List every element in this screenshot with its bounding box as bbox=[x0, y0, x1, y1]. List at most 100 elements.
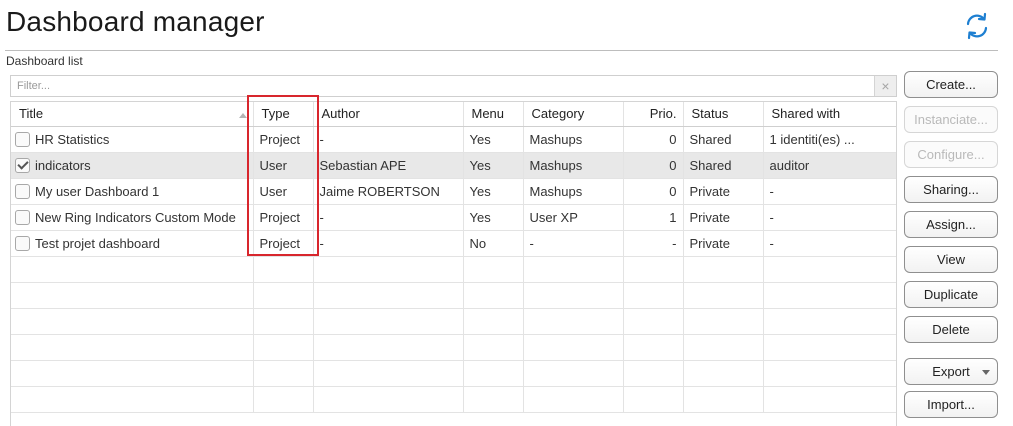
cell-title: My user Dashboard 1 bbox=[11, 178, 254, 205]
cell-type: Project bbox=[253, 126, 314, 153]
empty-cell bbox=[313, 386, 464, 413]
import-button[interactable]: Import... bbox=[904, 391, 998, 418]
empty-cell bbox=[313, 334, 464, 361]
view-button[interactable]: View bbox=[904, 246, 998, 273]
empty-cell bbox=[623, 282, 684, 309]
cell-category: Mashups bbox=[523, 178, 624, 205]
cell-author: Sebastian APE bbox=[313, 152, 464, 179]
empty-cell bbox=[763, 256, 896, 283]
empty-row bbox=[11, 334, 896, 361]
configure-button[interactable]: Configure... bbox=[904, 141, 998, 168]
empty-cell bbox=[683, 334, 764, 361]
empty-row bbox=[11, 256, 896, 283]
row-checkbox[interactable] bbox=[15, 209, 30, 225]
cell-menu: Yes bbox=[463, 178, 524, 205]
empty-cell bbox=[463, 282, 524, 309]
empty-row bbox=[11, 386, 896, 413]
filter-box: × bbox=[10, 75, 897, 97]
sort-ascending-icon[interactable] bbox=[238, 113, 247, 119]
empty-cell bbox=[313, 282, 464, 309]
cell-shared-with: 1 identiti(es) ... bbox=[763, 126, 896, 153]
empty-cell bbox=[463, 256, 524, 283]
export-button[interactable]: Export bbox=[904, 358, 998, 385]
cell-prio: 1 bbox=[623, 204, 684, 231]
empty-cell bbox=[523, 282, 624, 309]
page-title: Dashboard manager bbox=[6, 6, 265, 37]
refresh-icon[interactable] bbox=[962, 11, 992, 41]
cell-status: Shared bbox=[683, 152, 764, 179]
column-header-status[interactable]: Status bbox=[683, 102, 764, 127]
empty-cell bbox=[313, 308, 464, 335]
column-header-category[interactable]: Category bbox=[523, 102, 624, 127]
duplicate-button[interactable]: Duplicate bbox=[904, 281, 998, 308]
cell-title: HR Statistics bbox=[11, 126, 254, 153]
cell-author: Jaime ROBERTSON bbox=[313, 178, 464, 205]
empty-cell bbox=[523, 334, 624, 361]
empty-cell bbox=[463, 334, 524, 361]
empty-cell bbox=[523, 360, 624, 387]
empty-cell bbox=[623, 256, 684, 283]
cell-category: - bbox=[523, 230, 624, 257]
row-checkbox[interactable] bbox=[15, 157, 30, 173]
empty-cell bbox=[623, 386, 684, 413]
empty-cell bbox=[313, 360, 464, 387]
column-header-prio[interactable]: Prio. bbox=[623, 102, 684, 127]
cell-author: - bbox=[313, 126, 464, 153]
column-header-shared-with[interactable]: Shared with bbox=[763, 102, 896, 127]
cell-title-text: HR Statistics bbox=[35, 131, 110, 147]
table-row[interactable]: New Ring Indicators Custom Mode Project - Y… bbox=[11, 204, 896, 231]
cell-title-text: indicators bbox=[35, 157, 91, 173]
empty-cell bbox=[11, 282, 254, 309]
sharing-button[interactable]: Sharing... bbox=[904, 176, 998, 203]
empty-cell bbox=[623, 308, 684, 335]
table-header-row: Title Type Author Menu Category Prio. St… bbox=[11, 102, 896, 127]
empty-cell bbox=[523, 308, 624, 335]
cell-status: Private bbox=[683, 230, 764, 257]
create-button[interactable]: Create... bbox=[904, 71, 998, 98]
assign-button[interactable]: Assign... bbox=[904, 211, 998, 238]
empty-cell bbox=[11, 308, 254, 335]
row-checkbox[interactable] bbox=[15, 131, 30, 147]
empty-cell bbox=[623, 360, 684, 387]
cell-title: New Ring Indicators Custom Mode bbox=[11, 204, 254, 231]
table-row[interactable]: My user Dashboard 1 User Jaime ROBERTSON Ye… bbox=[11, 178, 896, 205]
cell-shared-with: - bbox=[763, 178, 896, 205]
empty-cell bbox=[763, 386, 896, 413]
row-checkbox[interactable] bbox=[15, 183, 30, 199]
cell-title: indicators bbox=[11, 152, 254, 179]
column-header-label: Title bbox=[19, 106, 44, 122]
cell-prio: - bbox=[623, 230, 684, 257]
cell-menu: No bbox=[463, 230, 524, 257]
empty-row bbox=[11, 360, 896, 387]
empty-cell bbox=[253, 386, 314, 413]
empty-cell bbox=[11, 386, 254, 413]
chevron-down-icon[interactable] bbox=[982, 370, 990, 375]
empty-cell bbox=[11, 334, 254, 361]
table-row[interactable]: Test projet dashboard Project - No - - Private… bbox=[11, 230, 896, 257]
cell-title-text: Test projet dashboard bbox=[35, 235, 161, 251]
cell-category: Mashups bbox=[523, 152, 624, 179]
empty-cell bbox=[523, 386, 624, 413]
export-button-label: Export bbox=[932, 364, 970, 379]
empty-cell bbox=[11, 256, 254, 283]
cell-status: Private bbox=[683, 178, 764, 205]
column-header-type[interactable]: Type bbox=[253, 102, 314, 127]
table-row[interactable]: indicators User Sebastian APE Yes Mashups 0 Sh… bbox=[11, 152, 896, 179]
row-checkbox[interactable] bbox=[15, 235, 30, 251]
cell-type: User bbox=[253, 152, 314, 179]
close-icon[interactable]: × bbox=[874, 76, 896, 96]
filter-input[interactable] bbox=[11, 76, 871, 96]
cell-title-text: My user Dashboard 1 bbox=[35, 183, 160, 199]
column-header-author[interactable]: Author bbox=[313, 102, 464, 127]
column-header-title[interactable]: Title bbox=[11, 102, 254, 127]
column-header-menu[interactable]: Menu bbox=[463, 102, 524, 127]
cell-title-text: New Ring Indicators Custom Mode bbox=[35, 209, 236, 225]
cell-menu: Yes bbox=[463, 152, 524, 179]
cell-prio: 0 bbox=[623, 178, 684, 205]
delete-button[interactable]: Delete bbox=[904, 316, 998, 343]
table-row[interactable]: HR Statistics Project - Yes Mashups 0 Shared 1 … bbox=[11, 126, 896, 153]
empty-cell bbox=[253, 256, 314, 283]
empty-cell bbox=[683, 360, 764, 387]
cell-status: Shared bbox=[683, 126, 764, 153]
instanciate-button[interactable]: Instanciate... bbox=[904, 106, 998, 133]
